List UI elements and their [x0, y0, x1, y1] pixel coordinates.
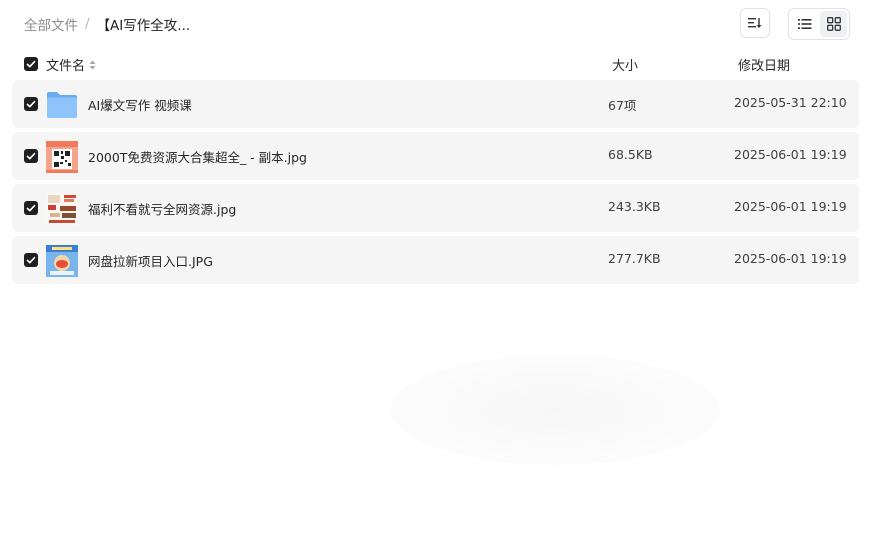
check-icon	[26, 60, 36, 68]
breadcrumb-separator: /	[85, 16, 90, 32]
check-icon	[26, 152, 36, 160]
grid-view-icon	[826, 17, 841, 31]
row-checkbox[interactable]	[24, 97, 38, 111]
file-date: 2025-06-01 19:19	[734, 251, 847, 266]
check-icon	[26, 256, 36, 264]
file-list-header: 文件名 大小 修改日期	[12, 52, 859, 76]
row-checkbox[interactable]	[24, 149, 38, 163]
check-icon	[26, 100, 36, 108]
file-row[interactable]: 2000T免费资源大合集超全_ - 副本.jpg 68.5KB 2025-06-…	[12, 132, 859, 180]
breadcrumb-current: 【AI写作全攻...	[96, 18, 191, 34]
row-checkbox[interactable]	[24, 201, 38, 215]
file-date: 2025-06-01 19:19	[734, 199, 847, 214]
row-checkbox[interactable]	[24, 253, 38, 267]
file-list: AI爆文写作 视频课 67项 2025-05-31 22:10 2000T免费资…	[12, 80, 859, 288]
file-size: 277.7KB	[608, 251, 661, 266]
image-thumbnail-qr-poster	[46, 141, 78, 173]
image-thumbnail-promo	[46, 245, 78, 277]
view-switcher	[788, 8, 850, 40]
grid-view-button[interactable]	[820, 11, 847, 37]
file-size: 68.5KB	[608, 147, 653, 162]
file-name[interactable]: 网盘拉新项目入口.JPG	[88, 251, 213, 270]
breadcrumb-root[interactable]: 全部文件	[24, 14, 78, 34]
background-glow	[390, 355, 720, 465]
sort-icon	[748, 18, 762, 28]
file-size: 67项	[608, 98, 637, 113]
file-row[interactable]: AI爆文写作 视频课 67项 2025-05-31 22:10	[12, 80, 859, 128]
file-name[interactable]: 2000T免费资源大合集超全_ - 副本.jpg	[88, 147, 307, 166]
list-view-button[interactable]	[791, 11, 818, 37]
select-all-checkbox[interactable]	[24, 57, 38, 71]
file-date: 2025-06-01 19:19	[734, 147, 847, 162]
file-name[interactable]: AI爆文写作 视频课	[88, 95, 192, 114]
sort-button[interactable]	[740, 8, 770, 38]
file-name[interactable]: 福利不看就亏全网资源.jpg	[88, 199, 236, 218]
breadcrumb: 全部文件 / 【AI写作全攻...	[24, 14, 190, 34]
folder-icon	[47, 92, 77, 118]
file-row[interactable]: 福利不看就亏全网资源.jpg 243.3KB 2025-06-01 19:19	[12, 184, 859, 232]
check-icon	[26, 204, 36, 212]
file-row[interactable]: 网盘拉新项目入口.JPG 277.7KB 2025-06-01 19:19	[12, 236, 859, 284]
column-size-header[interactable]: 大小	[612, 55, 638, 74]
column-date-header[interactable]: 修改日期	[738, 55, 790, 74]
image-thumbnail-collage	[46, 193, 78, 225]
list-view-icon	[797, 19, 811, 29]
column-name-header[interactable]: 文件名	[46, 55, 96, 74]
file-date: 2025-05-31 22:10	[734, 95, 847, 110]
column-name-label: 文件名	[46, 59, 86, 74]
sort-arrows-icon	[89, 60, 96, 69]
file-size: 243.3KB	[608, 199, 661, 214]
